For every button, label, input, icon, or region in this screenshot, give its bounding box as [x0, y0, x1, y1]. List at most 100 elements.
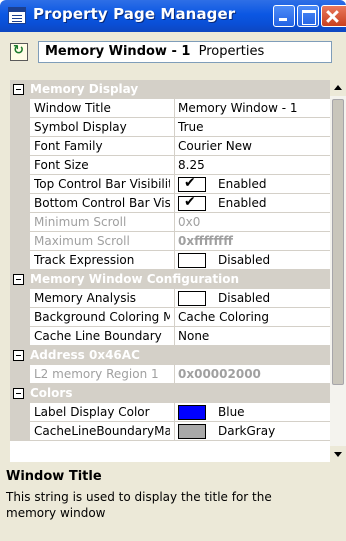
- color-swatch[interactable]: [178, 424, 206, 439]
- column-divider[interactable]: [174, 213, 175, 232]
- property-row-memory-analysis[interactable]: Memory Analysis Disabled: [10, 289, 330, 308]
- property-row-track-expression[interactable]: Track Expression Disabled: [10, 251, 330, 270]
- maximize-button[interactable]: [297, 5, 319, 27]
- property-name: Label Display Color: [34, 405, 150, 419]
- column-divider[interactable]: [174, 137, 175, 156]
- row-gutter: [10, 194, 30, 213]
- help-title: Window Title: [6, 469, 102, 484]
- category-label: Colors: [30, 386, 73, 400]
- object-kind: Properties: [198, 44, 265, 59]
- column-divider[interactable]: [174, 156, 175, 175]
- property-value: 0xffffffff: [178, 234, 233, 248]
- property-value[interactable]: 8.25: [178, 158, 205, 172]
- check-icon: ✔: [184, 194, 196, 210]
- row-gutter: [10, 156, 30, 175]
- disabled-checkbox[interactable]: [178, 253, 206, 268]
- property-name: CacheLineBoundaryMarker: [34, 424, 170, 438]
- collapse-icon[interactable]: [13, 274, 24, 285]
- column-divider[interactable]: [174, 403, 175, 422]
- property-name: Symbol Display: [34, 120, 127, 134]
- property-value: Blue: [218, 405, 245, 419]
- property-name: Bottom Control Bar Visibility: [34, 196, 170, 210]
- column-divider[interactable]: [174, 365, 175, 384]
- row-gutter: [10, 251, 30, 270]
- row-gutter: [10, 403, 30, 422]
- property-value[interactable]: Memory Window - 1: [178, 101, 298, 115]
- minimize-button[interactable]: [273, 5, 295, 27]
- property-row-font-family[interactable]: Font Family Courier New: [10, 137, 330, 156]
- property-value[interactable]: Courier New: [178, 139, 252, 153]
- column-divider[interactable]: [174, 327, 175, 346]
- column-divider[interactable]: [174, 422, 175, 441]
- enabled-checkbox[interactable]: ✔: [178, 194, 206, 211]
- refresh-object-icon[interactable]: [10, 43, 28, 61]
- property-grid: Memory Display Window Title Memory Windo…: [10, 80, 330, 462]
- title-bar[interactable]: Property Page Manager: [0, 0, 346, 32]
- row-gutter: [10, 137, 30, 156]
- property-row-symbol-display[interactable]: Symbol Display True: [10, 118, 330, 137]
- vertical-scrollbar[interactable]: [330, 80, 346, 462]
- property-row-top-control-bar[interactable]: Top Control Bar Visibility ✔ Enabled: [10, 175, 330, 194]
- row-gutter: [10, 365, 30, 384]
- property-value[interactable]: None: [178, 329, 209, 343]
- category-label: Memory Display: [30, 82, 139, 96]
- property-name: Minimum Scroll: [34, 215, 127, 229]
- category-memory-display[interactable]: Memory Display: [10, 80, 330, 99]
- help-description: This string is used to display the title…: [6, 490, 272, 520]
- property-name: Memory Analysis: [34, 291, 137, 305]
- property-name: Cache Line Boundary: [34, 329, 162, 343]
- property-value: Enabled: [218, 177, 267, 191]
- color-swatch[interactable]: [178, 405, 206, 420]
- category-memory-window-configuration[interactable]: Memory Window Configuration: [10, 270, 330, 289]
- column-divider[interactable]: [174, 308, 175, 327]
- help-panel: Window Title This string is used to disp…: [0, 466, 346, 541]
- column-divider[interactable]: [174, 175, 175, 194]
- disabled-checkbox[interactable]: [178, 291, 206, 306]
- category-address[interactable]: Address 0x46AC: [10, 346, 330, 365]
- property-value: 0x00002000: [178, 367, 261, 381]
- column-divider[interactable]: [174, 118, 175, 137]
- property-row-font-size[interactable]: Font Size 8.25: [10, 156, 330, 175]
- property-value[interactable]: Cache Coloring: [178, 310, 269, 324]
- object-selector[interactable]: Memory Window - 1 Properties: [38, 41, 332, 63]
- collapse-icon[interactable]: [13, 388, 24, 399]
- property-row-cache-line-boundary[interactable]: Cache Line Boundary None: [10, 327, 330, 346]
- property-name: Background Coloring Mode: [34, 310, 170, 324]
- column-divider[interactable]: [174, 194, 175, 213]
- check-icon: ✔: [184, 175, 196, 191]
- toolbar: Memory Window - 1 Properties: [0, 32, 346, 72]
- row-gutter: [10, 422, 30, 441]
- property-name: Track Expression: [34, 253, 135, 267]
- scroll-up-icon[interactable]: [330, 80, 346, 96]
- column-divider[interactable]: [174, 99, 175, 118]
- row-gutter: [10, 327, 30, 346]
- property-value: Disabled: [218, 291, 271, 305]
- column-divider[interactable]: [174, 232, 175, 251]
- property-name: L2 memory Region 1: [34, 367, 159, 381]
- property-value: Disabled: [218, 253, 271, 267]
- scroll-down-icon[interactable]: [330, 446, 346, 462]
- property-value: 0x0: [178, 215, 201, 229]
- enabled-checkbox[interactable]: ✔: [178, 175, 206, 192]
- property-row-label-display-color[interactable]: Label Display Color Blue: [10, 403, 330, 422]
- collapse-icon[interactable]: [13, 84, 24, 95]
- scroll-thumb[interactable]: [332, 99, 344, 385]
- row-gutter: [10, 308, 30, 327]
- column-divider[interactable]: [174, 289, 175, 308]
- column-divider[interactable]: [174, 251, 175, 270]
- selected-object: Memory Window - 1: [45, 44, 191, 59]
- category-label: Address 0x46AC: [30, 348, 140, 362]
- property-row-cache-line-boundary-marker[interactable]: CacheLineBoundaryMarker DarkGray: [10, 422, 330, 441]
- property-row-l2-memory-region: L2 memory Region 1 0x00002000: [10, 365, 330, 384]
- property-row-window-title[interactable]: Window Title Memory Window - 1: [10, 99, 330, 118]
- close-button[interactable]: [321, 5, 346, 27]
- property-row-bottom-control-bar[interactable]: Bottom Control Bar Visibility ✔ Enabled: [10, 194, 330, 213]
- property-page-icon: [8, 7, 26, 24]
- category-colors[interactable]: Colors: [10, 384, 330, 403]
- property-value[interactable]: True: [178, 120, 204, 134]
- row-gutter: [10, 213, 30, 232]
- property-row-background-coloring[interactable]: Background Coloring Mode Cache Coloring: [10, 308, 330, 327]
- property-name: Maximum Scroll: [34, 234, 130, 248]
- property-row-minimum-scroll: Minimum Scroll 0x0: [10, 213, 330, 232]
- collapse-icon[interactable]: [13, 350, 24, 361]
